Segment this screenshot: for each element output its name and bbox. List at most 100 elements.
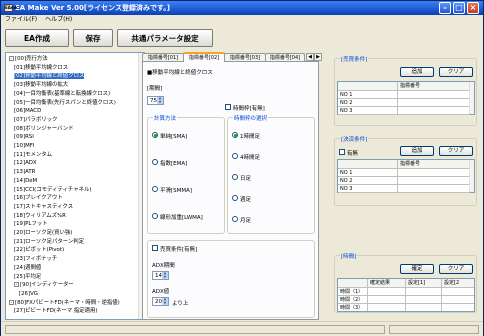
tree-item[interactable]: [05]一目均衡表(先行スパンと終値クロス)	[14, 100, 116, 106]
tree-item[interactable]: [21]ローソク足パターン判定	[14, 239, 84, 245]
table-corner	[338, 82, 398, 91]
tree-item[interactable]: [25]平均足	[14, 274, 41, 280]
tree-collapse-icon[interactable]: -	[14, 282, 19, 288]
app-logo-icon: EAmk	[4, 4, 18, 12]
adx-value-stepper[interactable]: 20 ▲ ▼	[152, 297, 169, 306]
tf-group-title: 時間枠の選択	[233, 114, 269, 122]
tree-collapse-icon[interactable]: -	[9, 56, 14, 61]
table-cell[interactable]	[406, 288, 442, 296]
tree-item[interactable]: [16]ブレイクアウト	[14, 195, 63, 201]
tree-item[interactable]: [27]ピビートFD(ネーマ 指定適用)	[14, 308, 98, 314]
save-button[interactable]: 保存	[73, 29, 113, 47]
tree-item[interactable]: [22]ピボット(Pivot)	[14, 247, 64, 253]
tree-item[interactable]: [11]モメンタム	[14, 152, 52, 158]
table-scrollbar[interactable]	[469, 82, 474, 114]
tree-item[interactable]: - [80]FXパビートFD(ネーマ・時間・逆指値)	[9, 299, 120, 306]
calc-method-radio[interactable]	[152, 213, 158, 219]
menu-file[interactable]: ファイル(F)	[5, 16, 37, 23]
tree-item[interactable]: [10]MFI	[14, 143, 34, 149]
tree-item[interactable]: [04]一目均衡表(基準線と転換線クロス)	[14, 91, 110, 97]
time-confirm-button[interactable]: 確定	[400, 264, 434, 274]
tree-item[interactable]: [20]ローソク足(買い強)	[14, 230, 72, 236]
tree-item[interactable]: [26]VG	[19, 291, 38, 297]
table-cell[interactable]	[368, 296, 406, 304]
tab-prev-icon[interactable]: ◀	[306, 53, 314, 61]
tree-item-label: [27]ピビートFD(ネーマ 指定適用)	[14, 308, 98, 315]
stepper-arrows-icon[interactable]: ▲ ▼	[162, 271, 168, 279]
period-stepper[interactable]: 75 ▲ ▼	[147, 96, 164, 105]
tree-item[interactable]: [06]MACD	[14, 108, 41, 114]
tree-item[interactable]: [18]ウィリアムズ%R	[14, 213, 66, 219]
tree-item[interactable]: [01]移動平均線クロス	[14, 65, 68, 71]
adx-period-stepper[interactable]: 14 ▲ ▼	[152, 271, 169, 280]
tab-next-icon[interactable]: ▶	[314, 53, 322, 61]
time-clear-button[interactable]: クリア	[439, 264, 473, 274]
create-ea-button[interactable]: EA作成	[5, 29, 69, 47]
time-frame-radio[interactable]	[232, 174, 238, 180]
tree-item[interactable]: [02]移動平均線と終値クロス	[14, 73, 85, 80]
settle-clear-button[interactable]: クリア	[439, 146, 473, 156]
tree-item[interactable]: [08]ボリンジャーバンド	[14, 126, 74, 132]
tree-item[interactable]: [03]移動平均線の拡大	[14, 82, 68, 88]
toolbar: EA作成 保存 共通パラメータ設定	[1, 25, 483, 51]
common-params-button[interactable]: 共通パラメータ設定	[117, 29, 213, 47]
settle-add-button[interactable]: 追加	[400, 146, 434, 156]
tab-indicator-02[interactable]: 指標番号[02]	[183, 52, 225, 62]
status-pane-main	[5, 325, 385, 334]
table-cell[interactable]	[442, 288, 474, 296]
menu-help[interactable]: ヘルプ(H)	[45, 16, 72, 23]
time-frame-radio[interactable]	[232, 153, 238, 159]
time-frame-radio[interactable]	[232, 195, 238, 201]
close-button[interactable]: ×	[467, 2, 479, 14]
tree-item[interactable]: [19]PLフット	[14, 221, 48, 227]
calc-method-radio[interactable]	[152, 132, 158, 138]
time-frame-checkbox[interactable]	[225, 104, 231, 110]
tree-item[interactable]: [09]RSI	[14, 134, 34, 140]
table-cell[interactable]	[442, 296, 474, 304]
table-cell[interactable]	[398, 91, 470, 99]
tree-item[interactable]: - [90]インディケーター	[14, 282, 74, 288]
calc-method-radio[interactable]	[152, 186, 158, 192]
time-table[interactable]: 確定結果 設定[1] 設定[2 時間〈1〉 時間〈2〉 時間〈3〉	[337, 278, 475, 312]
settle-conditions-table[interactable]: 指標番号 NO 1 NO 2 NO 3	[337, 159, 475, 193]
calc-method-radio[interactable]	[152, 159, 158, 165]
tree-item[interactable]: [14]DeM	[14, 178, 37, 184]
strategy-tree[interactable]: - [00]売行方法 [01]移動平均線クロス [02]移動平均線と終値クロス [03]…	[5, 52, 145, 320]
table-cell[interactable]	[406, 304, 442, 311]
table-cell[interactable]	[442, 304, 474, 311]
tree-item[interactable]: [15]CCI(コモディティチャネル)	[14, 187, 92, 193]
stepper-arrows-icon[interactable]: ▲ ▼	[162, 297, 168, 305]
tree-item[interactable]: [07]パラボリック	[14, 117, 57, 123]
minimize-button[interactable]: –	[439, 2, 451, 14]
tree-item[interactable]: [12]ADX	[14, 160, 37, 166]
table-cell[interactable]	[368, 304, 406, 311]
tree-item-label: [13]ATR	[14, 169, 36, 176]
table-cell[interactable]	[398, 107, 470, 115]
buy-conditions-table[interactable]: 指標番号 NO 1 NO 2 NO 3	[337, 81, 475, 115]
table-cell[interactable]	[398, 185, 470, 193]
time-frame-label: 月足	[240, 218, 252, 224]
table-cell[interactable]	[368, 288, 406, 296]
tree-item[interactable]: [17]ストキャスティクス	[14, 204, 73, 210]
settle-checkbox[interactable]	[339, 149, 345, 155]
sell-cond-checkbox[interactable]	[152, 245, 158, 251]
tree-collapse-icon[interactable]: -	[9, 299, 14, 305]
table-cell[interactable]	[398, 99, 470, 107]
table-cell[interactable]	[398, 177, 470, 185]
time-frame-radio[interactable]	[232, 132, 238, 138]
buy-add-button[interactable]: 追加	[400, 67, 434, 77]
time-frame-radio[interactable]	[232, 216, 238, 222]
table-cell[interactable]	[398, 169, 470, 177]
table-cell[interactable]	[406, 296, 442, 304]
buy-clear-button[interactable]: クリア	[439, 67, 473, 77]
tree-item[interactable]: [24]週間値	[14, 265, 41, 271]
status-bar	[1, 321, 483, 336]
tree-item[interactable]: [13]ATR	[14, 169, 35, 175]
tree-item[interactable]: [23]フィボナッチ	[14, 256, 57, 262]
maximize-button[interactable]: □	[453, 2, 465, 14]
stepper-arrows-icon[interactable]: ▲ ▼	[157, 96, 163, 104]
tree-item-label: [00]売行方法	[15, 56, 48, 62]
table-scrollbar[interactable]	[469, 160, 474, 192]
tree-item[interactable]: - [00]売行方法	[9, 56, 48, 62]
tree-item-label: [22]ピボット(Pivot)	[14, 247, 65, 254]
